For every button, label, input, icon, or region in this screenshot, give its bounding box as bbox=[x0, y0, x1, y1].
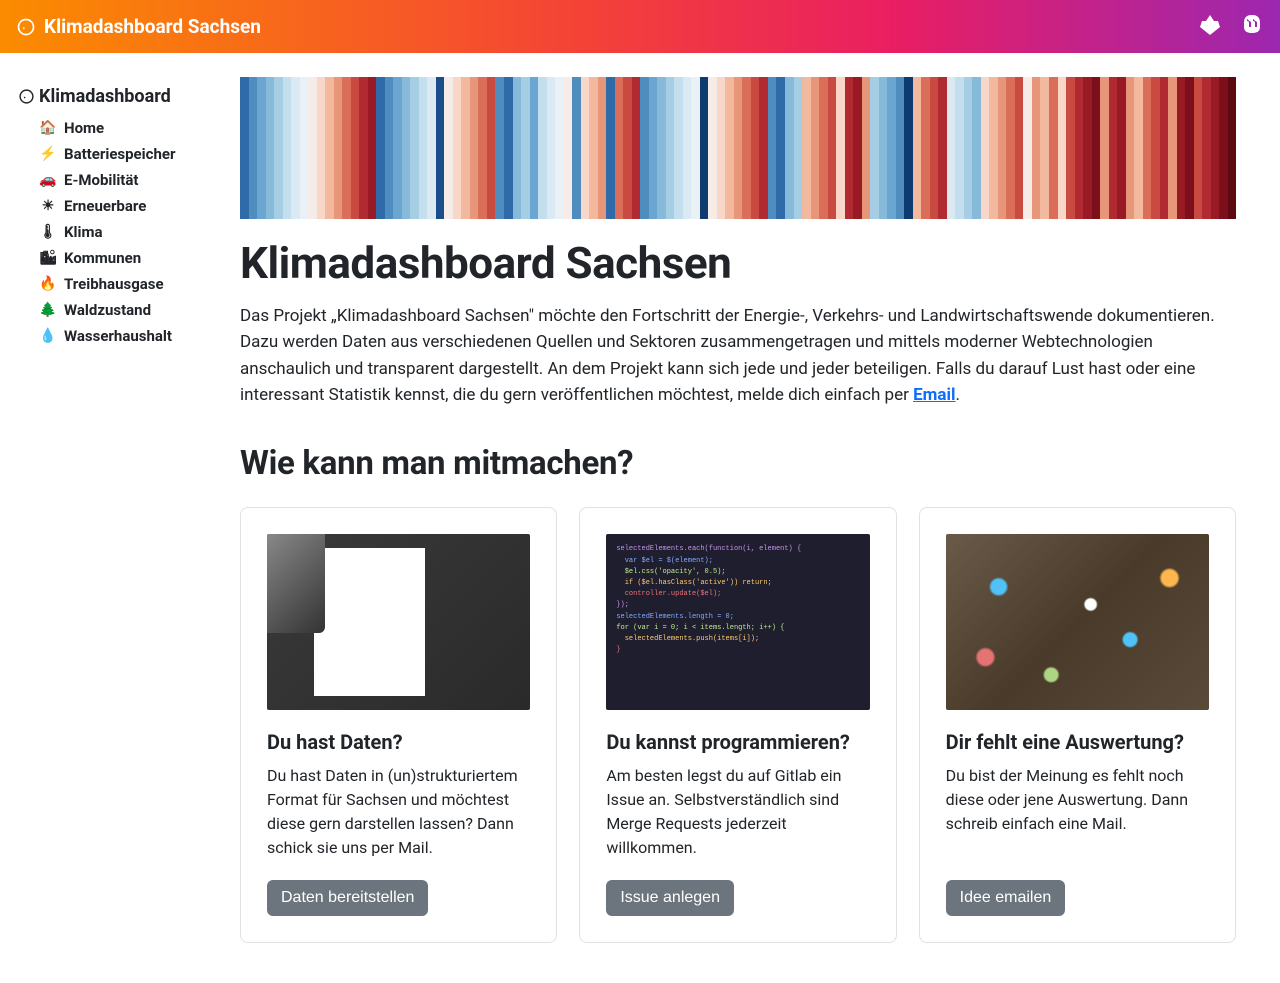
sidebar-item-label: Home bbox=[64, 119, 104, 137]
tree-icon: 🌲 bbox=[40, 302, 56, 318]
intro-text: Das Projekt „Klimadashboard Sachsen" möc… bbox=[240, 303, 1236, 408]
card-title: Du kannst programmieren? bbox=[606, 730, 869, 754]
header-title[interactable]: Klimadashboard Sachsen bbox=[16, 15, 261, 38]
sidebar-item: 🌡 Klima bbox=[40, 219, 224, 245]
sidebar-item: 🏠 Home bbox=[40, 115, 224, 141]
mastodon-link[interactable] bbox=[1240, 13, 1264, 41]
gauge-icon bbox=[18, 88, 35, 105]
sidebar-link-e-mobilit-t[interactable]: 🚗 E-Mobilität bbox=[40, 171, 224, 189]
sidebar-link-waldzustand[interactable]: 🌲 Waldzustand bbox=[40, 301, 224, 319]
header-icons bbox=[1198, 13, 1264, 41]
sidebar-item-label: Kommunen bbox=[64, 249, 141, 267]
card-text: Du hast Daten in (un)strukturiertem Form… bbox=[267, 764, 530, 860]
sidebar-item: ☀ Erneuerbare bbox=[40, 193, 224, 219]
sidebar-item-label: Batteriespeicher bbox=[64, 145, 175, 163]
email-link[interactable]: Email bbox=[913, 385, 955, 405]
sidebar-item: 🏙 Kommunen bbox=[40, 245, 224, 271]
warming-stripes-image bbox=[240, 77, 1236, 219]
sidebar-link-wasserhaushalt[interactable]: 💧 Wasserhaushalt bbox=[40, 327, 224, 345]
sidebar-item-label: Treibhausgase bbox=[64, 275, 164, 293]
water-icon: 💧 bbox=[40, 328, 56, 344]
battery-icon: ⚡ bbox=[40, 146, 56, 162]
sidebar-item-label: Erneuerbare bbox=[64, 197, 146, 215]
card-image bbox=[267, 534, 530, 710]
gauge-icon bbox=[16, 17, 36, 37]
sidebar-link-kommunen[interactable]: 🏙 Kommunen bbox=[40, 249, 224, 267]
mastodon-icon bbox=[1240, 13, 1264, 37]
sidebar-item-label: Wasserhaushalt bbox=[64, 327, 172, 345]
sidebar-title[interactable]: Klimadashboard bbox=[18, 86, 224, 107]
sidebar-link-klima[interactable]: 🌡 Klima bbox=[40, 223, 224, 241]
header-bar: Klimadashboard Sachsen bbox=[0, 0, 1280, 53]
cards-row: Du hast Daten? Du hast Daten in (un)stru… bbox=[240, 507, 1236, 943]
card-data: Du hast Daten? Du hast Daten in (un)stru… bbox=[240, 507, 557, 943]
sidebar: Klimadashboard 🏠 Home ⚡ Batteriespeicher 🚗 E-… bbox=[0, 53, 240, 983]
car-icon: 🚗 bbox=[40, 172, 56, 188]
sidebar-link-erneuerbare[interactable]: ☀ Erneuerbare bbox=[40, 197, 224, 215]
sidebar-item: 🚗 E-Mobilität bbox=[40, 167, 224, 193]
sidebar-item-label: Klima bbox=[64, 223, 103, 241]
create-issue-button[interactable]: Issue anlegen bbox=[606, 880, 734, 916]
card-image: selectedElements.each(function(i, elemen… bbox=[606, 534, 869, 710]
card-text: Du bist der Meinung es fehlt noch diese … bbox=[946, 764, 1209, 860]
card-title: Du hast Daten? bbox=[267, 730, 530, 754]
section-subtitle: Wie kann man mitmachen? bbox=[240, 444, 1236, 483]
home-icon: 🏠 bbox=[40, 120, 56, 136]
solar-icon: ☀ bbox=[40, 198, 56, 214]
sidebar-link-treibhausgase[interactable]: 🔥 Treibhausgase bbox=[40, 275, 224, 293]
fire-icon: 🔥 bbox=[40, 276, 56, 292]
sidebar-link-home[interactable]: 🏠 Home bbox=[40, 119, 224, 137]
main-content: Klimadashboard Sachsen Das Projekt „Klim… bbox=[240, 53, 1260, 983]
card-text: Am besten legst du auf Gitlab ein Issue … bbox=[606, 764, 869, 860]
gitlab-icon bbox=[1198, 13, 1222, 37]
card-title: Dir fehlt eine Auswertung? bbox=[946, 730, 1209, 754]
card-image bbox=[946, 534, 1209, 710]
sidebar-item: ⚡ Batteriespeicher bbox=[40, 141, 224, 167]
thermometer-icon: 🌡 bbox=[40, 224, 56, 240]
provide-data-button[interactable]: Daten bereitstellen bbox=[267, 880, 428, 916]
card-idea: Dir fehlt eine Auswertung? Du bist der M… bbox=[919, 507, 1236, 943]
card-code: selectedElements.each(function(i, elemen… bbox=[579, 507, 896, 943]
page-title: Klimadashboard Sachsen bbox=[240, 237, 1236, 289]
sidebar-link-batteriespeicher[interactable]: ⚡ Batteriespeicher bbox=[40, 145, 224, 163]
sidebar-item-label: E-Mobilität bbox=[64, 171, 138, 189]
sidebar-item: 🔥 Treibhausgase bbox=[40, 271, 224, 297]
sidebar-item: 💧 Wasserhaushalt bbox=[40, 323, 224, 349]
sidebar-item: 🌲 Waldzustand bbox=[40, 297, 224, 323]
sidebar-item-label: Waldzustand bbox=[64, 301, 151, 319]
gitlab-link[interactable] bbox=[1198, 13, 1222, 41]
email-idea-button[interactable]: Idee emailen bbox=[946, 880, 1066, 916]
city-icon: 🏙 bbox=[40, 250, 56, 266]
